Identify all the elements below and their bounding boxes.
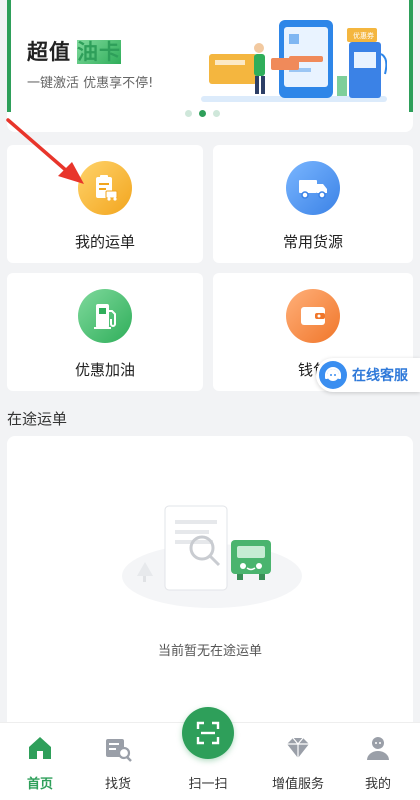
truck-icon xyxy=(286,161,340,215)
common-cargo-label: 常用货源 xyxy=(282,233,343,251)
find-goods-icon xyxy=(106,739,132,762)
fuel-pump-icon xyxy=(78,289,132,343)
banner-title-accent: 油卡 xyxy=(77,40,121,64)
tab-home-label: 首页 xyxy=(26,777,53,792)
online-service-button[interactable]: 在线客服 xyxy=(316,358,420,392)
fuel-card-illustration: 优惠券 xyxy=(201,20,387,102)
banner-accent-right xyxy=(409,0,413,112)
scan-icon xyxy=(196,721,220,745)
my-waybills-label: 我的运单 xyxy=(74,233,135,251)
online-service-label: 在线客服 xyxy=(352,368,408,384)
red-arrow-annotation xyxy=(6,118,84,184)
tab-value-added-label: 增值服务 xyxy=(271,777,324,792)
carousel-dot-active[interactable] xyxy=(199,110,206,117)
carousel-dot[interactable] xyxy=(213,110,220,117)
home-icon xyxy=(29,737,51,759)
discount-fuel-card[interactable]: 优惠加油 xyxy=(7,273,203,391)
banner-subtitle: 一键激活 优惠享不停! xyxy=(27,76,154,91)
scan-button[interactable] xyxy=(182,707,234,759)
tab-mine-label: 我的 xyxy=(364,777,391,792)
in-transit-title: 在途运单 xyxy=(7,410,68,428)
banner-title: 超值 油卡 xyxy=(27,36,121,66)
discount-fuel-label: 优惠加油 xyxy=(74,361,135,379)
user-icon xyxy=(367,737,389,760)
tab-mine[interactable]: 我的 xyxy=(338,723,418,800)
carousel-indicator xyxy=(185,110,220,117)
bottom-tab-bar: 首页 找货 扫一扫 增值服务 我的 xyxy=(0,707,420,800)
tab-scan[interactable]: 扫一扫 xyxy=(168,707,248,800)
diamond-icon xyxy=(287,737,309,758)
empty-state-text: 当前暂无在途运单 xyxy=(157,644,262,659)
tab-value-added-services[interactable]: 增值服务 xyxy=(258,723,338,800)
wallet-icon xyxy=(286,289,340,343)
customer-service-icon xyxy=(319,361,347,389)
carousel-dot[interactable] xyxy=(185,110,192,117)
tab-find-goods[interactable]: 找货 xyxy=(78,723,158,800)
in-transit-panel: 当前暂无在途运单 xyxy=(7,436,413,736)
tab-scan-label: 扫一扫 xyxy=(188,777,228,792)
common-cargo-card[interactable]: 常用货源 xyxy=(213,145,413,263)
banner-accent-left xyxy=(7,0,11,112)
empty-waybill-illustration xyxy=(122,505,302,608)
coupon-tag-text: 优惠券 xyxy=(353,31,374,40)
tab-home[interactable]: 首页 xyxy=(0,723,80,800)
banner-title-main: 超值 xyxy=(27,40,71,64)
tab-find-goods-label: 找货 xyxy=(104,777,131,792)
